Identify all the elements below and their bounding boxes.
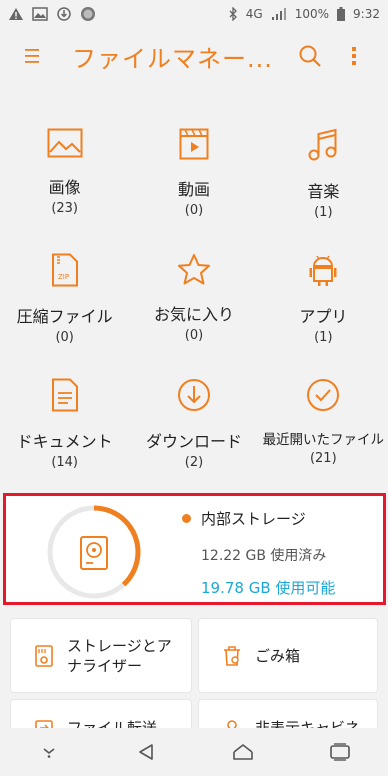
trash-icon [221,644,243,668]
category-favorites[interactable]: お気に入り (0) [129,245,258,343]
category-videos[interactable]: 動画 (0) [129,120,258,218]
warning-icon [8,7,24,21]
more-vertical-icon [352,47,356,65]
storage-analyzer-button[interactable]: ストレージとア ナライザー [11,619,191,692]
back-triangle-icon [138,744,153,760]
music-icon [303,128,343,162]
image-icon [45,128,85,158]
star-icon [174,253,214,285]
internal-storage-card[interactable]: 内部ストレージ 12.22 GB 使用済み 19.78 GB 使用可能 [3,493,386,605]
category-count: (0) [184,203,204,218]
category-label: 動画 [177,180,210,199]
category-label: 最近開いたファイル [262,432,385,448]
storage-info: 内部ストレージ 12.22 GB 使用済み 19.78 GB 使用可能 [182,508,335,598]
android-icon [303,253,343,287]
storage-analyzer-icon [33,644,55,668]
more-options-button[interactable] [332,36,376,76]
trash-button[interactable]: ごみ箱 [199,619,377,692]
nav-back-button[interactable] [124,732,168,772]
bluetooth-icon [228,7,238,21]
status-bar: 4G 100% 9:32 [0,0,388,28]
storage-dot [182,514,191,523]
category-label: お気に入り [153,305,234,324]
app-bar: ファイルマネー... [0,28,388,84]
svg-text:ZIP: ZIP [58,273,69,281]
category-apps[interactable]: アプリ (1) [259,245,388,345]
battery-percent: 100% [294,7,330,21]
storage-name: 内部ストレージ [201,510,306,528]
category-count: (0) [184,328,204,343]
circle-notification-icon [80,6,96,22]
recent-check-icon [303,378,343,412]
clock: 9:32 [353,7,380,21]
category-grid: 画像 (23) 動画 (0) 音楽 (1) ZIP 圧縮ファイル (0) お気に… [0,120,388,470]
download-icon [174,378,214,412]
category-archives[interactable]: ZIP 圧縮ファイル (0) [0,245,129,345]
category-count: (1) [314,205,333,220]
hard-drive-icon [80,536,108,570]
gallery-notification-icon [32,7,48,21]
hamburger-icon [25,49,39,63]
hamburger-menu-button[interactable] [12,36,52,76]
category-label: アプリ [299,307,348,326]
category-count: (0) [55,330,74,345]
storage-available: 19.78 GB 使用可能 [201,579,336,597]
document-icon [45,378,85,412]
video-icon [174,128,214,160]
category-music[interactable]: 音楽 (1) [259,120,388,220]
category-count: (21) [309,451,337,466]
network-type: 4G [245,7,263,21]
chevron-down-dot-icon [43,748,54,758]
category-documents[interactable]: ドキュメント (14) [0,370,129,470]
category-label: 画像 [48,178,81,197]
category-downloads[interactable]: ダウンロード (2) [129,370,258,470]
tool-label: ストレージとア ナライザー [67,636,172,675]
battery-icon [337,7,346,21]
category-label: ダウンロード [145,432,242,451]
category-images[interactable]: 画像 (23) [0,120,129,216]
nav-hide-button[interactable] [27,732,71,772]
search-button[interactable] [288,36,332,76]
category-count: (1) [314,330,333,345]
category-count: (23) [51,201,78,216]
category-label: 音楽 [307,182,340,201]
category-label: 圧縮ファイル [16,307,113,326]
update-notification-icon [56,6,72,22]
nav-recents-button[interactable] [318,732,362,772]
tool-label: ごみ箱 [255,646,301,665]
storage-name-row: 内部ストレージ [182,508,335,529]
storage-used: 12.22 GB 使用済み [201,548,327,564]
category-count: (14) [51,455,78,470]
recents-icon [329,743,350,761]
category-count: (2) [184,455,204,470]
storage-usage-ring [47,505,141,599]
signal-icon [271,8,287,20]
zip-icon: ZIP [45,253,85,287]
home-icon [232,744,253,760]
nav-home-button[interactable] [221,732,265,772]
system-navigation-bar [0,728,388,776]
search-icon [299,45,321,67]
category-label: ドキュメント [16,432,113,451]
category-recent[interactable]: 最近開いたファイル (21) [259,370,388,466]
app-title: ファイルマネー... [72,44,273,73]
